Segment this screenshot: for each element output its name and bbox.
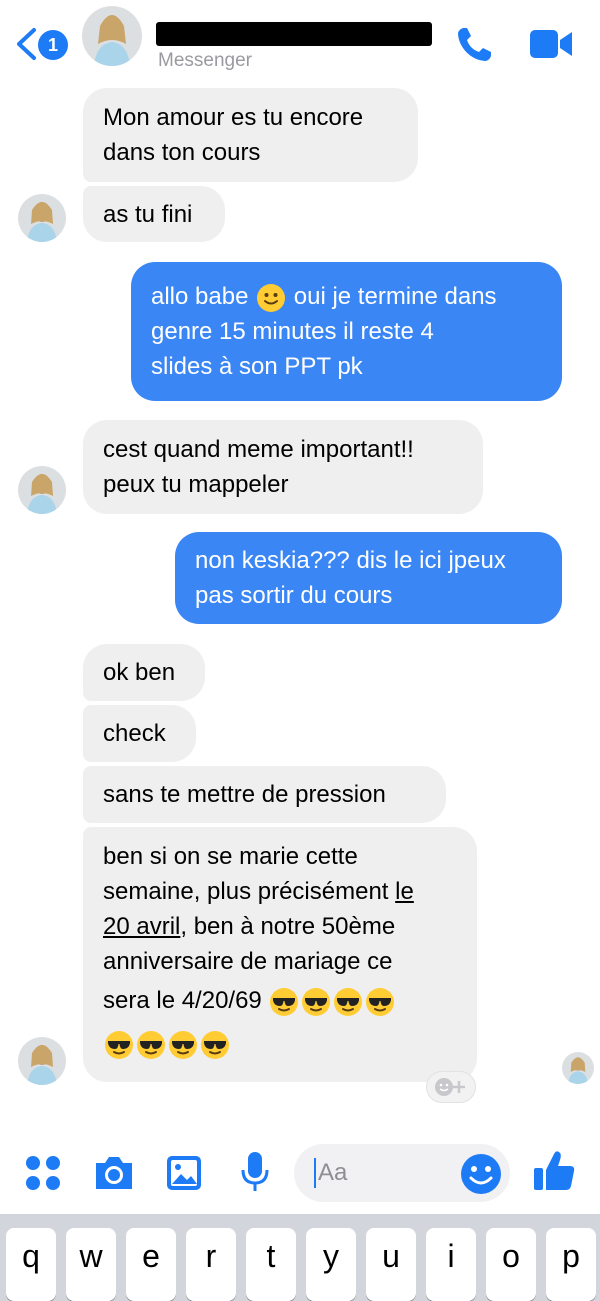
message-text: sans te mettre de pression [103,781,386,808]
unread-count-badge: 1 [38,30,68,60]
add-reaction-button[interactable] [426,1071,476,1103]
microphone-icon [241,1152,269,1191]
text-cursor [314,1158,316,1188]
incoming-message[interactable]: Mon amour es tu encore dans ton cours [83,88,418,182]
sunglasses-face-emoji [105,1030,133,1059]
chevron-left-icon [17,28,36,60]
incoming-message[interactable]: ben si on se marie cette semaine, plus p… [83,827,477,1082]
smiley-plus-icon [435,1078,465,1096]
image-icon [167,1156,201,1190]
sunglasses-face-emoji [366,987,395,1016]
slightly-smiling-face-emoji [257,283,286,312]
key-q[interactable]: q [6,1228,56,1301]
video-call-button[interactable] [528,28,574,65]
message-text: check [103,720,166,747]
key-u[interactable]: u [366,1228,416,1301]
message-text: sera le 4/20/69 [103,987,269,1014]
message-input-placeholder: Aa [318,1159,348,1186]
key-w[interactable]: w [66,1228,116,1301]
key-i[interactable]: i [426,1228,476,1301]
contact-avatar-small[interactable] [18,466,66,514]
smiley-face-icon [461,1154,501,1194]
sunglasses-face-emoji [302,987,331,1016]
message-text: ok ben [103,659,176,686]
sunglasses-face-emoji [201,1030,229,1059]
incoming-message[interactable]: cest quand meme important!! peux tu mapp… [83,420,483,514]
message-text: cest quand meme important!! peux tu mapp… [103,436,414,498]
incoming-message[interactable]: sans te mettre de pression [83,766,446,823]
message-text: Mon amour es tu encore dans ton cours [103,104,364,166]
contact-name-redacted [156,22,432,46]
message-text: allo babe [151,283,256,310]
sunglasses-face-emoji [137,1030,165,1059]
outgoing-message[interactable]: allo babe oui je termine dans genre 15 m… [131,262,562,401]
call-button[interactable] [455,24,495,69]
sunglasses-emoji-row [268,987,396,1016]
incoming-message[interactable]: ok ben [83,644,205,701]
message-text: non keskia??? dis le ici jpeux pas sorti… [195,547,506,609]
date-link[interactable]: 20 avril [103,913,180,940]
message-text: as tu fini [103,200,193,228]
gallery-button[interactable] [164,1153,204,1198]
header-subtitle: Messenger [158,50,252,71]
thumbs-up-icon [534,1151,575,1190]
sunglasses-face-emoji [334,987,363,1016]
contact-avatar-small[interactable] [18,1037,66,1085]
video-camera-icon [530,30,572,58]
message-text: anniversaire de mariage ce [103,948,393,975]
sunglasses-face-emoji [169,1030,197,1059]
apps-button[interactable] [24,1154,62,1197]
key-y[interactable]: y [306,1228,356,1301]
phone-icon [458,28,491,61]
message-text: ben si on se marie cette [103,843,358,870]
voice-button[interactable] [238,1150,272,1199]
emoji-button[interactable] [460,1153,502,1200]
contact-avatar[interactable] [82,6,142,66]
like-button[interactable] [532,1148,576,1199]
message-text: , ben à notre 50ème [180,913,396,940]
four-dots-icon [26,1156,60,1190]
incoming-message[interactable]: as tu fini [83,186,225,242]
outgoing-message[interactable]: non keskia??? dis le ici jpeux pas sorti… [175,532,562,624]
camera-button[interactable] [92,1154,136,1197]
key-p[interactable]: p [546,1228,596,1301]
key-o[interactable]: o [486,1228,536,1301]
key-t[interactable]: t [246,1228,296,1301]
seen-indicator-avatar [562,1052,594,1084]
conversation-header: 1 Messenger [0,0,600,84]
incoming-message[interactable]: check [83,705,196,762]
key-r[interactable]: r [186,1228,236,1301]
camera-icon [96,1157,132,1189]
contact-avatar-small[interactable] [18,194,66,242]
message-text: semaine, plus précisément [103,878,396,905]
date-link[interactable]: le [395,878,414,905]
sunglasses-face-emoji [270,987,299,1016]
key-e[interactable]: e [126,1228,176,1301]
sunglasses-emoji-row [103,1026,414,1061]
